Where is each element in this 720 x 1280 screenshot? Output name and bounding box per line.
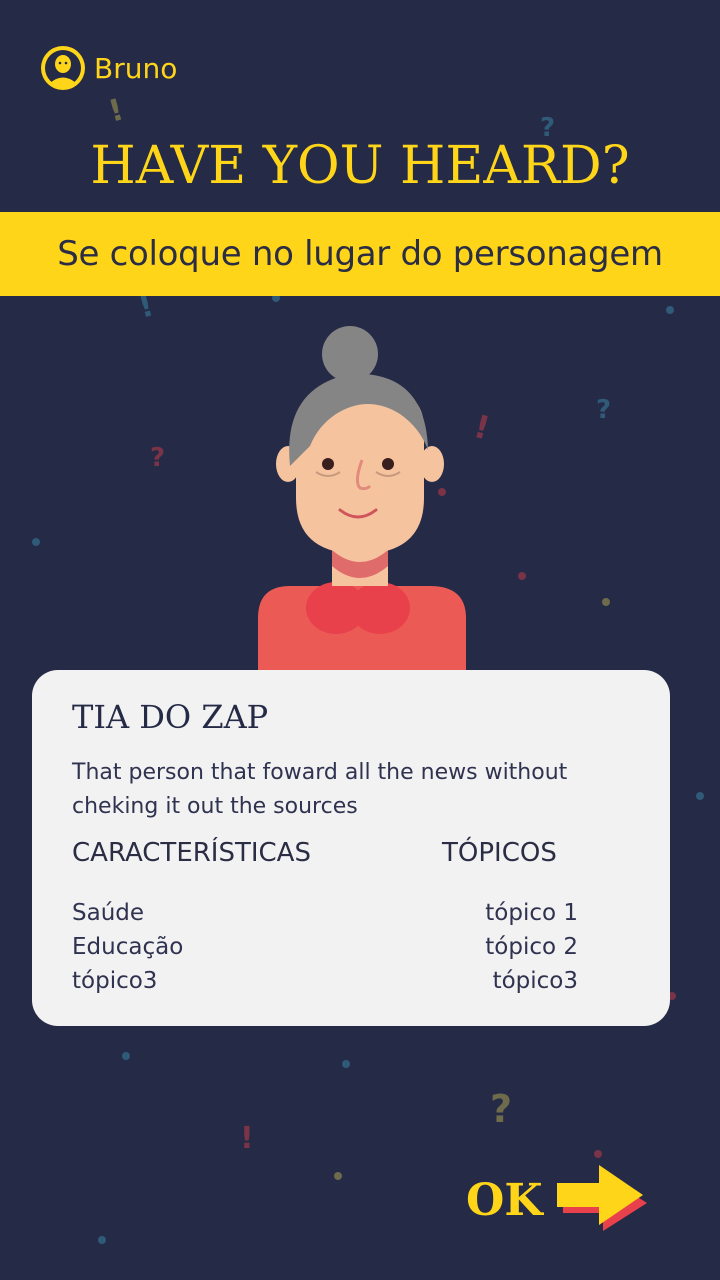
character-illustration (258, 326, 466, 678)
subtitle-text: Se coloque no lugar do personagem (57, 234, 663, 274)
list-item: Educação (72, 934, 184, 960)
arrow-right-icon (555, 1163, 651, 1237)
list-item: tópico 1 (485, 900, 578, 926)
page-title: HAVE YOU HEARD? (90, 136, 630, 196)
svg-text:?: ? (596, 395, 611, 425)
character-name: TIA DO ZAP (72, 698, 269, 736)
ok-button[interactable]: OK (466, 1160, 662, 1240)
svg-text:!: ! (105, 92, 127, 129)
topics-list: tópico 1 tópico 2 tópico3 (485, 896, 578, 998)
user-profile-button[interactable]: Bruno (40, 44, 177, 92)
svg-text:!: ! (240, 1121, 254, 1156)
screen: ! ? ! ! ? ? ? ! Bruno HAVE YOU HEARD? Se… (0, 0, 720, 1280)
list-item: tópico 2 (485, 934, 578, 960)
ok-label: OK (466, 1174, 543, 1226)
characteristics-heading: CARACTERÍSTICAS (72, 838, 311, 868)
list-item: Saúde (72, 900, 145, 926)
characteristics-list: Saúde Educação tópico3 (72, 896, 183, 998)
subtitle-banner: Se coloque no lugar do personagem (0, 212, 720, 296)
svg-text:?: ? (150, 443, 165, 473)
user-name: Bruno (94, 51, 178, 85)
user-avatar-icon (40, 45, 86, 91)
character-card: TIA DO ZAP That person that foward all t… (32, 670, 670, 1026)
svg-text:?: ? (490, 1087, 512, 1131)
topics-heading: TÓPICOS (442, 838, 557, 868)
list-item: tópico3 (72, 968, 158, 994)
list-item: tópico3 (492, 968, 578, 994)
svg-text:!: ! (470, 407, 494, 447)
character-description: That person that foward all the news wit… (72, 760, 568, 819)
